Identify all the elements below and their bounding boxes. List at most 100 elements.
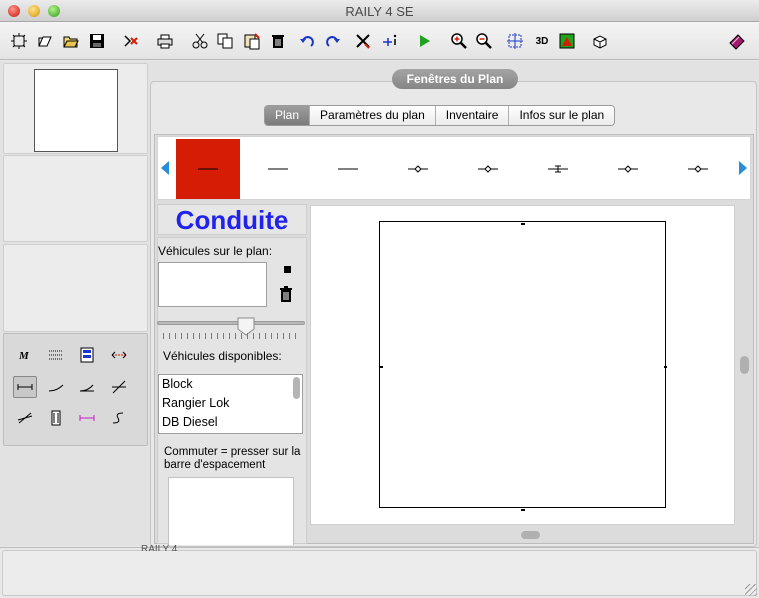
copy-icon <box>217 33 233 49</box>
list-scrollbar[interactable] <box>293 377 300 399</box>
bottom-marker <box>521 509 525 511</box>
track-item-5[interactable] <box>456 139 520 199</box>
right-marker <box>664 366 667 368</box>
horizontal-scrollbar[interactable] <box>521 531 540 539</box>
svg-text:M: M <box>18 350 30 362</box>
measure-tool-icon <box>111 351 127 359</box>
status-text: RAILY 4 <box>141 544 178 551</box>
toolbar: 3D <box>0 22 759 60</box>
tab-plan-settings[interactable]: Paramètres du plan <box>310 106 436 125</box>
plan-canvas[interactable] <box>379 221 666 508</box>
track-item-8[interactable] <box>666 139 730 199</box>
speed-slider-ticks <box>163 333 301 339</box>
tool-buffer[interactable] <box>44 407 68 429</box>
track-item-7[interactable] <box>596 139 660 199</box>
copy-button[interactable] <box>215 31 235 51</box>
cut-button[interactable] <box>190 31 210 51</box>
delete-button[interactable] <box>268 31 288 51</box>
delete-icon <box>272 35 284 48</box>
resize-grip-icon[interactable] <box>745 584 757 596</box>
new-plan-button[interactable] <box>9 31 29 51</box>
straight-track-sensor-icon <box>478 165 498 173</box>
group-title: Fenêtres du Plan <box>392 69 518 89</box>
track-item-1[interactable] <box>176 139 240 199</box>
tool-track-connector[interactable] <box>75 407 99 429</box>
straight-track-icon <box>17 384 33 390</box>
cut-icon <box>192 33 208 49</box>
status-panel <box>2 550 757 596</box>
undo-button[interactable] <box>297 31 317 51</box>
vehicles-on-plan-list[interactable] <box>158 262 267 307</box>
track-item-6[interactable] <box>526 139 590 199</box>
print-button[interactable] <box>155 31 175 51</box>
redo-icon <box>326 36 340 47</box>
crossing-icon <box>17 412 33 424</box>
tool-s-curve[interactable] <box>107 407 131 429</box>
strip-prev-arrow-icon[interactable] <box>161 161 169 175</box>
available-vehicles-list[interactable]: Block Rangier Lok DB Diesel <box>158 374 303 434</box>
tool-layers[interactable] <box>75 344 99 366</box>
title-bar: RAILY 4 SE <box>0 0 759 22</box>
list-item[interactable]: Rangier Lok <box>159 394 302 413</box>
tool-straight-track[interactable] <box>13 376 37 398</box>
left-sidebar: M <box>0 61 150 546</box>
remove-vehicle-button[interactable] <box>279 286 293 306</box>
open-icon <box>38 36 52 47</box>
3d-view-button[interactable]: 3D <box>532 31 552 51</box>
s-curve-icon <box>112 412 124 424</box>
straight-track-piece-icon <box>198 168 218 170</box>
tool-curve-track[interactable] <box>44 376 68 398</box>
hint-box <box>168 477 294 545</box>
vertical-scrollbar[interactable] <box>740 356 749 374</box>
stop-icon[interactable] <box>284 266 291 273</box>
cube-button[interactable] <box>590 31 610 51</box>
export-button[interactable] <box>122 31 142 51</box>
trash-icon <box>280 286 292 302</box>
zoom-out-button[interactable] <box>474 31 494 51</box>
tool-measure[interactable] <box>107 344 131 366</box>
track-item-3[interactable] <box>316 139 380 199</box>
help-button[interactable] <box>727 31 747 51</box>
redo-button[interactable] <box>323 31 343 51</box>
info-icon <box>383 34 397 46</box>
fit-button[interactable] <box>505 31 525 51</box>
curve-track-icon <box>48 384 64 392</box>
save-button[interactable] <box>87 31 107 51</box>
tools-button[interactable] <box>353 31 373 51</box>
open-folder-button[interactable] <box>61 31 81 51</box>
export-icon <box>124 35 138 47</box>
strip-next-arrow-icon[interactable] <box>739 161 747 175</box>
zoom-in-button[interactable] <box>449 31 469 51</box>
zoom-out-icon <box>476 33 492 49</box>
play-button[interactable] <box>414 31 434 51</box>
plan-thumbnail[interactable] <box>34 69 118 152</box>
tool-switch-track[interactable] <box>75 376 99 398</box>
list-item[interactable]: Block <box>159 375 302 394</box>
tool-double-switch[interactable] <box>107 376 131 398</box>
straight-track-piece-icon <box>338 168 358 170</box>
cube-icon <box>593 35 607 49</box>
list-item[interactable]: DB Diesel <box>159 413 302 432</box>
new-plan-icon <box>11 33 27 49</box>
track-item-2[interactable] <box>246 139 310 199</box>
sidebar-panel-3 <box>3 244 148 332</box>
3d-icon: 3D <box>535 35 549 47</box>
undo-icon <box>300 36 314 47</box>
tool-grid[interactable] <box>44 344 68 366</box>
tool-crossing[interactable] <box>13 407 37 429</box>
paste-button[interactable] <box>242 31 262 51</box>
tab-plan[interactable]: Plan <box>265 106 311 125</box>
track-item-4[interactable] <box>386 139 450 199</box>
open-folder-icon <box>63 36 79 48</box>
open-button[interactable] <box>35 31 55 51</box>
landscape-button[interactable] <box>557 31 577 51</box>
buffer-icon <box>51 410 61 426</box>
tab-inventory[interactable]: Inventaire <box>435 106 510 125</box>
speed-slider-track[interactable] <box>157 321 305 325</box>
print-icon <box>157 34 173 49</box>
tool-move[interactable]: M <box>13 344 37 366</box>
straight-track-sensor-icon <box>408 165 428 173</box>
info-button[interactable] <box>380 31 400 51</box>
track-tools-palette: M <box>3 333 148 446</box>
tab-plan-info[interactable]: Infos sur le plan <box>509 106 615 125</box>
